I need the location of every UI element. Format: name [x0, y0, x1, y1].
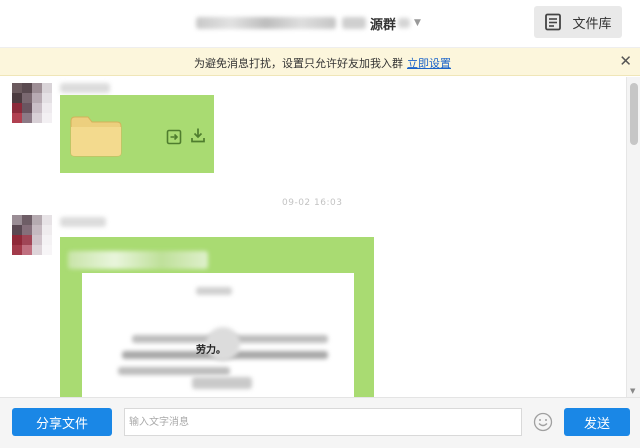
blurred-title-part: [196, 17, 336, 29]
avatar[interactable]: [12, 215, 52, 255]
forward-icon[interactable]: [166, 129, 182, 145]
notice-text: 为避免消息打扰，设置只允许好友加我入群: [194, 57, 403, 70]
file-library-label: 文件库: [572, 16, 612, 32]
file-library-icon: [545, 13, 562, 31]
group-title: 源群: [370, 17, 397, 33]
avatar[interactable]: [12, 83, 52, 123]
blurred-title-part: [398, 18, 411, 28]
group-title-area[interactable]: 源群 ▼: [196, 12, 421, 34]
chevron-down-icon[interactable]: ▼: [414, 18, 421, 28]
chat-header: 源群 ▼ 文件库: [0, 0, 640, 48]
scroll-down-icon[interactable]: ▼: [630, 387, 635, 395]
close-icon[interactable]: ✕: [619, 53, 632, 69]
notice-message: 为避免消息打扰，设置只允许好友加我入群 立即设置: [194, 55, 451, 71]
share-file-button[interactable]: 分享文件: [12, 408, 112, 436]
chat-scrollbar[interactable]: ▼: [626, 77, 640, 397]
blurred-caption: [68, 251, 208, 269]
document-image[interactable]: [82, 273, 354, 397]
file-library-button[interactable]: 文件库: [534, 6, 622, 38]
folder-icon: [70, 116, 122, 157]
message-input[interactable]: [124, 408, 522, 436]
document-text-fragment: 劳力。: [196, 345, 226, 356]
sender-name: [60, 217, 106, 227]
emoji-icon[interactable]: [533, 412, 553, 432]
scroll-thumb[interactable]: [630, 83, 638, 145]
download-icon[interactable]: [190, 127, 206, 143]
image-message-bubble[interactable]: [60, 237, 374, 397]
message-timestamp: 09-02 16:03: [282, 198, 343, 208]
composer-bar: 分享文件 发送: [0, 397, 640, 448]
notice-bar: 为避免消息打扰，设置只允许好友加我入群 立即设置 ✕: [0, 48, 640, 76]
blurred-title-part: [342, 17, 366, 29]
sender-name: [60, 83, 110, 93]
file-message-bubble[interactable]: [60, 95, 214, 173]
message-list[interactable]: 09-02 16:03 劳力。: [0, 77, 626, 397]
send-button[interactable]: 发送: [564, 408, 630, 436]
notice-settings-link[interactable]: 立即设置: [407, 57, 451, 70]
